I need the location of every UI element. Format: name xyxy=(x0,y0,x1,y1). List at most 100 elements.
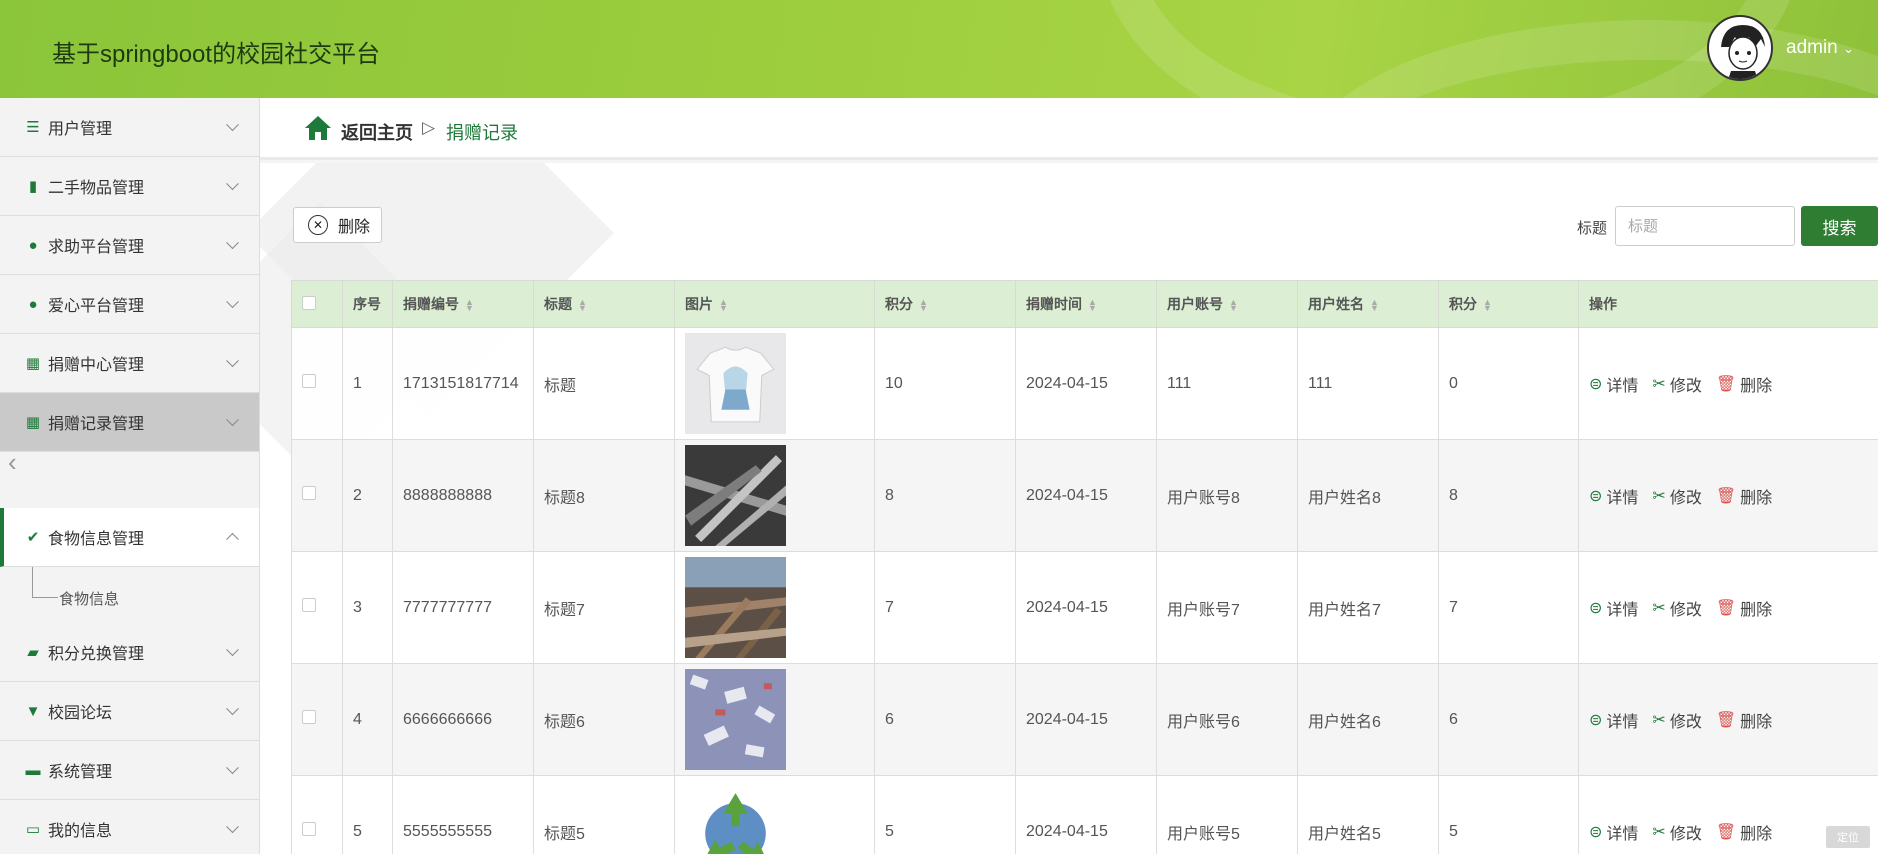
delete-button[interactable]: 🗑 删除 xyxy=(1716,708,1772,732)
sidebar-item-points-exchange[interactable]: ▰ 积分兑换管理 xyxy=(0,623,259,682)
avatar[interactable] xyxy=(1707,15,1773,81)
user-menu[interactable]: admin ⌄ xyxy=(1786,37,1854,59)
detail-icon: ⊜ xyxy=(1589,711,1603,729)
sidebar-item-charity-platform[interactable]: ● 爱心平台管理 xyxy=(0,275,259,334)
cell-score: 5 xyxy=(1438,775,1579,854)
cell-no: 1 xyxy=(342,327,393,440)
cell-score: 8 xyxy=(1438,439,1579,552)
edit-button[interactable]: ✂ 修改 xyxy=(1652,484,1701,508)
cell-name: 用户姓名6 xyxy=(1297,663,1439,776)
collapse-sidebar-icon[interactable]: ‹ xyxy=(8,447,17,478)
sort-icon[interactable]: ▲ ▼ xyxy=(719,298,728,313)
sidebar-item-forum[interactable]: ▼ 校园论坛 xyxy=(0,682,259,741)
sort-icon[interactable]: ▲ ▼ xyxy=(919,298,928,313)
col-title[interactable]: 标题 ▲ ▼ xyxy=(533,280,675,328)
sidebar-item-my-info[interactable]: ▭ 我的信息 xyxy=(0,800,259,854)
detail-button[interactable]: ⊜ 详情 xyxy=(1589,596,1638,620)
item-photo[interactable] xyxy=(685,445,874,546)
trash-icon: 🗑 xyxy=(1715,711,1737,729)
select-all-checkbox[interactable] xyxy=(291,280,343,328)
item-photo[interactable] xyxy=(685,781,874,854)
person-icon: ● xyxy=(28,236,38,254)
cell-score: 7 xyxy=(1438,551,1579,664)
cell-points: 7 xyxy=(874,551,1016,664)
sort-icon[interactable]: ▲ ▼ xyxy=(1088,298,1097,313)
cell-actions: ⊜ 详情 ✂ 修改 🗑 删除 xyxy=(1578,551,1878,664)
delete-button[interactable]: 🗑 删除 xyxy=(1716,596,1772,620)
col-account[interactable]: 用户账号 ▲ ▼ xyxy=(1156,280,1298,328)
delete-button[interactable]: 🗑 删除 xyxy=(1716,372,1772,396)
cell-name: 用户姓名8 xyxy=(1297,439,1439,552)
edit-button[interactable]: ✂ 修改 xyxy=(1652,596,1701,620)
table-header-row: 序号 捐赠编号 ▲ ▼ 标题 ▲ ▼ 图片 ▲ ▼ 积分 ▲ ▼ 捐赠时间 ▲ ▼ 用户账号 ▲ ▼ 用… xyxy=(291,280,1878,328)
cell-code: 5555555555 xyxy=(392,775,534,854)
cell-points: 5 xyxy=(874,775,1016,854)
breadcrumb-home[interactable]: 返回主页 xyxy=(341,119,413,145)
cell-image[interactable] xyxy=(674,439,875,552)
sort-icon[interactable]: ▲ ▼ xyxy=(1370,298,1379,313)
row-checkbox[interactable] xyxy=(291,551,343,664)
sidebar-subitem-food-info[interactable]: 食物信息 xyxy=(0,567,259,623)
breadcrumb-separator: ▷ xyxy=(422,118,436,137)
sidebar-item-food-info[interactable]: ✔ 食物信息管理 xyxy=(0,508,259,567)
cell-title: 标题6 xyxy=(533,663,675,776)
sidebar-item-donation-center[interactable]: ▦ 捐赠中心管理 xyxy=(0,334,259,393)
sort-icon[interactable]: ▲ ▼ xyxy=(1229,298,1238,313)
table-row: 5 5555555555 标题5 5 2024-04-15 用户账号5 用户姓名5 5 ⊜ 详情 ✂… xyxy=(291,775,1878,854)
sort-icon[interactable]: ▲ ▼ xyxy=(465,298,474,313)
row-checkbox[interactable] xyxy=(291,663,343,776)
cell-image[interactable] xyxy=(674,663,875,776)
sidebar: ☰ 用户管理 ▮ 二手物品管理 ● 求助平台管理 ● 爱心平台管理 ▦ 捐赠中心管理 ▦ 捐… xyxy=(0,98,260,854)
cell-no: 2 xyxy=(342,439,393,552)
edit-button[interactable]: ✂ 修改 xyxy=(1652,372,1701,396)
row-checkbox[interactable] xyxy=(291,327,343,440)
detail-button[interactable]: ⊜ 详情 xyxy=(1589,372,1638,396)
cell-actions: ⊜ 详情 ✂ 修改 🗑 删除 xyxy=(1578,663,1878,776)
cell-image[interactable] xyxy=(674,775,875,854)
detail-button[interactable]: ⊜ 详情 xyxy=(1589,708,1638,732)
wrench-icon: ✂ xyxy=(1652,599,1666,617)
col-time[interactable]: 捐赠时间 ▲ ▼ xyxy=(1015,280,1157,328)
wrench-icon: ✂ xyxy=(1652,375,1666,393)
edit-button[interactable]: ✂ 修改 xyxy=(1652,820,1701,844)
col-code[interactable]: 捐赠编号 ▲ ▼ xyxy=(392,280,534,328)
cell-time: 2024-04-15 xyxy=(1015,327,1157,440)
sidebar-item-donation-records[interactable]: ▦ 捐赠记录管理 xyxy=(0,393,259,452)
col-points[interactable]: 积分 ▲ ▼ xyxy=(874,280,1016,328)
row-checkbox[interactable] xyxy=(291,439,343,552)
main-content: ✕ 删除 标题 搜索 序号 捐赠编号▲▼ 标题▲▼ 图片▲▼ 积分▲▼ 捐赠时间… xyxy=(260,163,1878,854)
batch-delete-button[interactable]: ✕ 删除 xyxy=(293,207,382,243)
grid-icon: ▦ xyxy=(25,355,41,372)
sidebar-item-user-management[interactable]: ☰ 用户管理 xyxy=(0,98,259,157)
search-button[interactable]: 搜索 xyxy=(1801,206,1878,246)
table-row: 1 1713151817714 标题 10 2024-04-15 111 111 0 ⊜ 详情 ✂ 修… xyxy=(291,327,1878,440)
locate-badge[interactable]: 定位 xyxy=(1826,826,1870,848)
cell-code: 1713151817714 xyxy=(392,327,534,440)
sort-icon[interactable]: ▲ ▼ xyxy=(1483,298,1492,313)
sidebar-item-secondhand[interactable]: ▮ 二手物品管理 xyxy=(0,157,259,216)
item-photo[interactable] xyxy=(685,557,874,658)
row-checkbox[interactable] xyxy=(291,775,343,854)
person-icon: ● xyxy=(28,295,38,313)
home-icon[interactable] xyxy=(304,115,332,141)
cell-image[interactable] xyxy=(674,327,875,440)
sidebar-item-help-platform[interactable]: ● 求助平台管理 xyxy=(0,216,259,275)
edit-button[interactable]: ✂ 修改 xyxy=(1652,708,1701,732)
delete-button[interactable]: 🗑 删除 xyxy=(1716,484,1772,508)
col-image[interactable]: 图片 ▲ ▼ xyxy=(674,280,875,328)
sidebar-item-system[interactable]: ▬ 系统管理 xyxy=(0,741,259,800)
item-photo[interactable] xyxy=(685,333,874,434)
detail-button[interactable]: ⊜ 详情 xyxy=(1589,820,1638,844)
sort-icon[interactable]: ▲ ▼ xyxy=(578,298,587,313)
detail-button[interactable]: ⊜ 详情 xyxy=(1589,484,1638,508)
delete-button[interactable]: 🗑 删除 xyxy=(1716,820,1772,844)
cell-time: 2024-04-15 xyxy=(1015,775,1157,854)
cell-points: 6 xyxy=(874,663,1016,776)
col-name[interactable]: 用户姓名 ▲ ▼ xyxy=(1297,280,1439,328)
cell-image[interactable] xyxy=(674,551,875,664)
search-input[interactable] xyxy=(1615,206,1795,246)
cell-actions: ⊜ 详情 ✂ 修改 🗑 删除 xyxy=(1578,327,1878,440)
col-score[interactable]: 积分 ▲ ▼ xyxy=(1438,280,1579,328)
item-photo[interactable] xyxy=(685,669,874,770)
cell-account: 用户账号6 xyxy=(1156,663,1298,776)
